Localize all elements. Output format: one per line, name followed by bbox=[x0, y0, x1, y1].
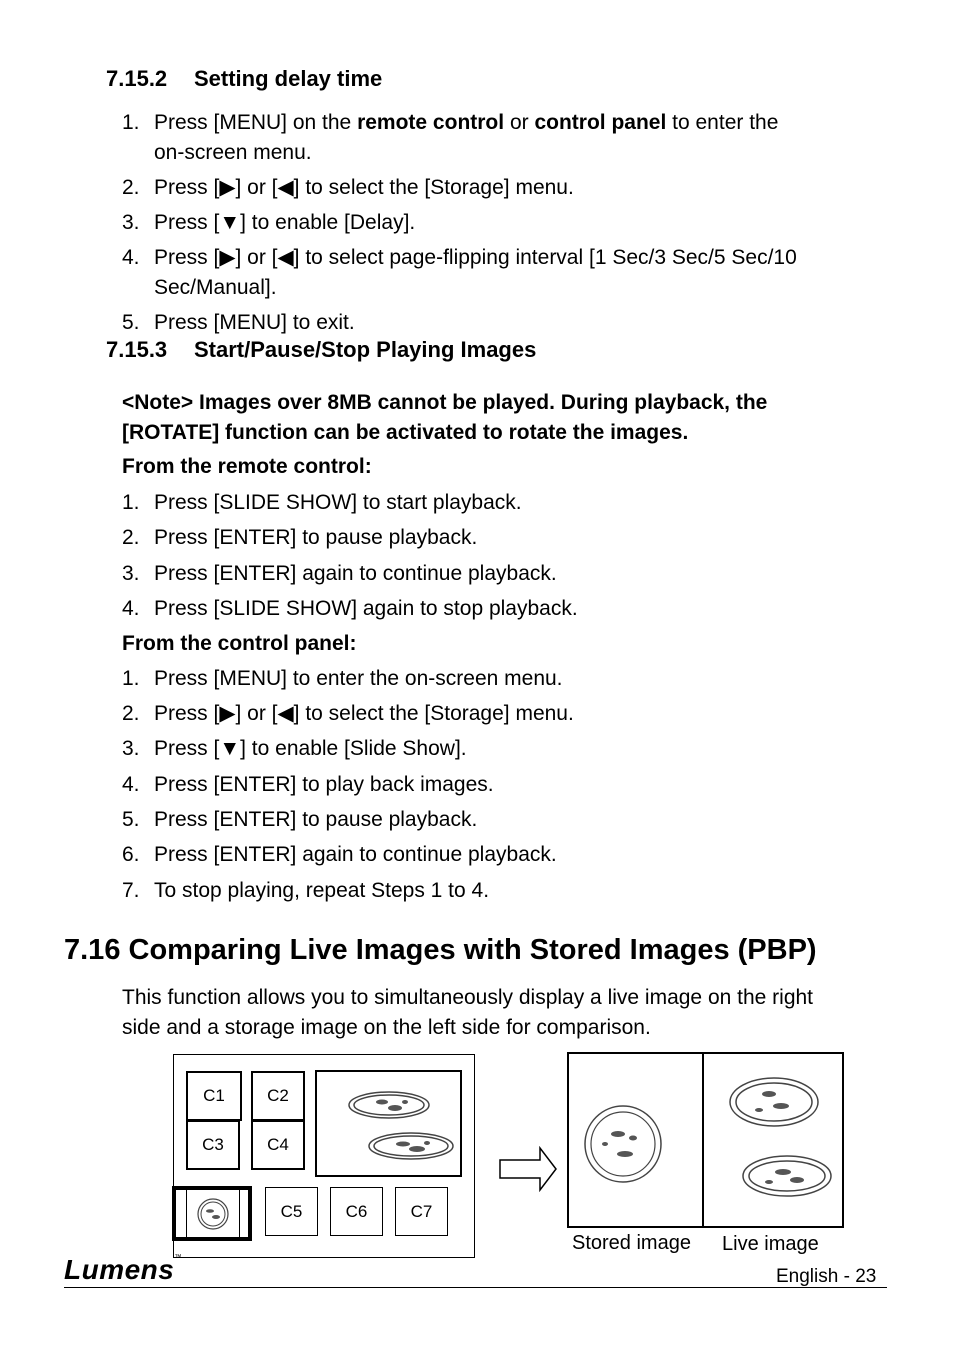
paragraph-line: side and a storage image on the left sid… bbox=[122, 1015, 651, 1039]
note-line: <Note> Images over 8MB cannot be played.… bbox=[122, 391, 768, 414]
text-run: or bbox=[504, 111, 535, 134]
step-text: Press [MENU] on the remote control or co… bbox=[154, 108, 778, 137]
step-text: Press [▼] to enable [Slide Show]. bbox=[154, 737, 467, 760]
thumbnail-c4: C4 bbox=[251, 1120, 305, 1170]
logo-text: Lumens bbox=[64, 1254, 175, 1285]
section-title: Setting delay time bbox=[194, 66, 383, 91]
step-text: Press [ENTER] to pause playback. bbox=[154, 808, 478, 831]
step-text: Press [MENU] to enter the on-screen menu… bbox=[154, 667, 563, 690]
step-text: To stop playing, repeat Steps 1 to 4. bbox=[154, 879, 490, 902]
microbe-icon bbox=[197, 1198, 229, 1230]
text-run: Press [MENU] on the bbox=[154, 111, 358, 134]
thumbnail-selected bbox=[172, 1186, 252, 1241]
step-number: 2. bbox=[122, 176, 140, 199]
thumbnail-label: C2 bbox=[267, 1086, 289, 1105]
step-text-cont: on-screen menu. bbox=[154, 141, 312, 164]
thumbnail-label: C6 bbox=[345, 1201, 368, 1221]
step-text-cont: Sec/Manual]. bbox=[154, 276, 277, 299]
thumbnail-label: C1 bbox=[203, 1086, 225, 1105]
page-number: English - 23 bbox=[776, 1266, 877, 1287]
step-number: 4. bbox=[122, 773, 140, 796]
bold-text: remote control bbox=[357, 111, 505, 134]
section-heading-7-15-3: 7.15.3 Start/Pause/Stop Playing Images bbox=[106, 337, 536, 363]
step-text: Press [SLIDE SHOW] to start playback. bbox=[154, 491, 522, 514]
live-image-caption: Live image bbox=[722, 1233, 819, 1255]
note-line: [ROTATE] function can be activated to ro… bbox=[122, 420, 689, 444]
section-7-16-paragraph: This function allows you to simultaneous… bbox=[122, 983, 813, 1042]
step-number: 7. bbox=[122, 879, 140, 902]
step-text: Press [ENTER] to play back images. bbox=[154, 773, 494, 796]
thumbnail-label: C7 bbox=[410, 1201, 433, 1221]
step-text: Press [▶] or [◀] to select the [Storage]… bbox=[154, 702, 574, 725]
stored-image-caption: Stored image bbox=[572, 1232, 691, 1254]
thumbnail-c1: C1 bbox=[186, 1071, 242, 1121]
section-heading-7-16: 7.16 Comparing Live Images with Stored I… bbox=[64, 934, 817, 966]
step-number: 2. bbox=[122, 702, 140, 725]
paragraph-line: This function allows you to simultaneous… bbox=[122, 986, 814, 1009]
step-number: 1. bbox=[122, 667, 140, 690]
control-panel-heading: From the control panel: bbox=[122, 632, 357, 655]
stored-microbe-icon bbox=[584, 1105, 662, 1183]
section-heading-7-15-2: 7.15.2 Setting delay time bbox=[106, 66, 382, 92]
pbp-screen-diagram bbox=[567, 1052, 844, 1228]
section-number: 7.15.2 bbox=[106, 66, 168, 91]
note-text: <Note> Images over 8MB cannot be played.… bbox=[122, 388, 767, 447]
thumbnail-c6: C6 bbox=[330, 1187, 383, 1236]
thumbnail-c7: C7 bbox=[395, 1187, 448, 1236]
step-text: Press [ENTER] again to continue playback… bbox=[154, 843, 557, 866]
step-text: Press [▶] or [◀] to select the [Storage]… bbox=[154, 176, 574, 199]
thumbnail-c5: C5 bbox=[265, 1187, 318, 1236]
step-number: 5. bbox=[122, 808, 140, 831]
bold-text: control panel bbox=[534, 111, 667, 134]
step-text: Press [▼] to enable [Delay]. bbox=[154, 211, 416, 234]
step-number: 2. bbox=[122, 526, 140, 549]
live-microbes-icon bbox=[729, 1077, 832, 1197]
footer-divider bbox=[64, 1287, 887, 1288]
thumbnail-label: C4 bbox=[267, 1135, 289, 1154]
step-number: 3. bbox=[122, 562, 140, 585]
step-number: 1. bbox=[122, 111, 140, 134]
thumbnail-c2: C2 bbox=[251, 1071, 305, 1121]
trademark-symbol: ™ bbox=[174, 1254, 182, 1261]
step-number: 5. bbox=[122, 311, 140, 334]
step-number: 3. bbox=[122, 737, 140, 760]
lumens-logo: Lumens™ bbox=[64, 1254, 182, 1286]
list-item: 1. Press [MENU] on the remote control or… bbox=[122, 108, 922, 168]
thumbnail-label: C3 bbox=[202, 1135, 224, 1154]
section-number: 7.15.3 bbox=[106, 337, 168, 362]
step-number: 4. bbox=[122, 246, 140, 269]
step-text: Press [SLIDE SHOW] again to stop playbac… bbox=[154, 597, 578, 620]
step-number: 1. bbox=[122, 491, 140, 514]
step-text: Press [ENTER] to pause playback. bbox=[154, 526, 478, 549]
section-title: Start/Pause/Stop Playing Images bbox=[194, 337, 537, 362]
thumbnail-c3: C3 bbox=[186, 1120, 240, 1170]
step-text: Press [MENU] to exit. bbox=[154, 311, 355, 334]
step-number: 6. bbox=[122, 843, 140, 866]
right-arrow-icon bbox=[499, 1146, 557, 1192]
step-text: Press [▶] or [◀] to select page-flipping… bbox=[154, 246, 797, 269]
preview-image bbox=[315, 1070, 462, 1177]
step-number: 4. bbox=[122, 597, 140, 620]
thumbnail-label: C5 bbox=[280, 1201, 303, 1221]
step-number: 3. bbox=[122, 211, 140, 234]
text-run: to enter the bbox=[666, 111, 779, 134]
remote-control-heading: From the remote control: bbox=[122, 455, 372, 478]
microbe-pair-icon bbox=[348, 1091, 454, 1160]
step-text: Press [ENTER] again to continue playback… bbox=[154, 562, 557, 585]
